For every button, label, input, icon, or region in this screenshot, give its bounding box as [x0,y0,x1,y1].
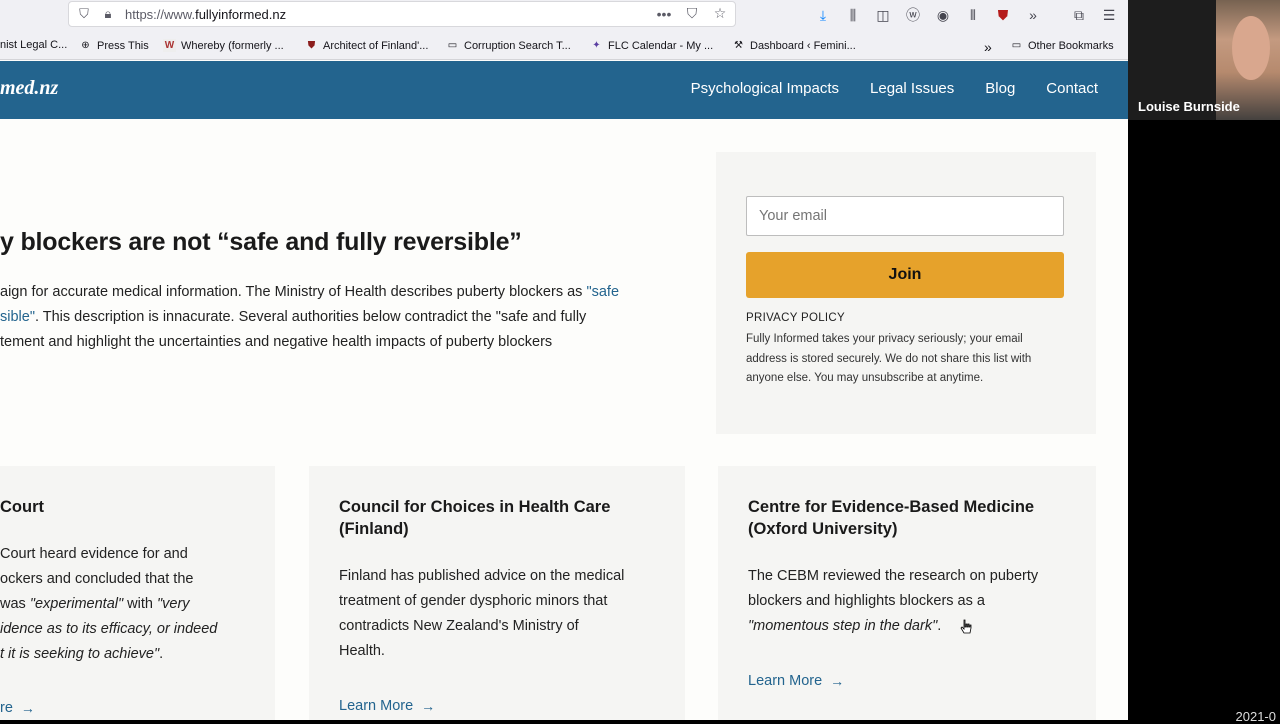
card-title: Centre for Evidence-Based Medicine (Oxfo… [748,496,1034,540]
email-input[interactable] [746,196,1064,236]
pocket-icon[interactable]: ⛉ [683,5,701,22]
tracking-protection-icon[interactable]: ⛉ [75,5,93,23]
w-icon: W [163,39,176,52]
globe-icon: ⊕ [79,39,92,52]
main-nav: Psychological Impacts Legal Issues Blog … [691,80,1098,97]
nav-blog[interactable]: Blog [985,80,1015,97]
folder-icon: ▭ [446,39,459,52]
library-icon[interactable]: ⫼ [842,4,864,26]
webcam-preview: Louise Burnside [1128,0,1280,120]
address-bar[interactable]: ⛉ 🔒︎ https://www.fullyinformed.nz ••• ⛉ … [68,1,736,27]
dashboard-icon: ⚒ [732,39,745,52]
intro-text: . This description is innacurate. Severa… [35,309,586,325]
download-icon[interactable]: ⤓ [812,4,834,26]
bookmark-item[interactable]: ✦FLC Calendar - My ... [590,39,713,52]
browser-window: ⛉ 🔒︎ https://www.fullyinformed.nz ••• ⛉ … [0,0,1128,720]
bookmark-item[interactable]: ▭Corruption Search T... [446,39,571,52]
safe-reversible-link[interactable]: "safe [586,284,619,300]
arrow-right-icon: → [21,700,35,716]
bookmark-item[interactable]: ▭Other Bookmarks [1010,39,1114,52]
card-body: Court heard evidence for and ockers and … [0,542,217,667]
authority-card: Court Court heard evidence for and ocker… [0,466,275,720]
card-title: Council for Choices in Health Care (Finl… [339,496,610,540]
bookmark-item[interactable]: ⊕Press This [79,39,149,52]
browser-toolbar: ⛉ 🔒︎ https://www.fullyinformed.nz ••• ⛉ … [0,0,1128,32]
nav-legal-issues[interactable]: Legal Issues [870,80,954,97]
bookmarks-bar: nist Legal C... ⊕Press This WWhereby (fo… [0,32,1128,60]
arrow-right-icon: → [421,698,435,714]
bookmark-item[interactable]: nist Legal C... [0,39,67,51]
bookmarks-overflow-icon[interactable]: » [984,39,992,55]
calendar-icon: ✦ [590,39,603,52]
safe-reversible-link[interactable]: sible" [0,309,35,325]
site-header: med.nz Psychological Impacts Legal Issue… [0,61,1128,119]
nav-contact[interactable]: Contact [1046,80,1098,97]
url-text[interactable]: https://www.fullyinformed.nz [125,7,286,22]
hamburger-menu-icon[interactable]: ☰ [1098,4,1120,26]
page-title: y blockers are not “safe and fully rever… [0,228,522,257]
card-body: Finland has published advice on the medi… [339,564,624,664]
site-logo[interactable]: med.nz [0,77,58,100]
card-title: Court [0,496,44,518]
newsletter-signup: Join PRIVACY POLICY Fully Informed takes… [716,152,1096,434]
sidebar-icon[interactable]: ◫ [872,4,894,26]
page-actions-icon[interactable]: ••• [655,6,673,22]
bookmark-item[interactable]: ⚒Dashboard ‹ Femini... [732,39,856,52]
folder-icon: ▭ [1010,39,1023,52]
overflow-chevron-icon[interactable]: » [1022,4,1044,26]
mouse-pointer-icon [960,619,972,635]
privacy-policy-title: PRIVACY POLICY [746,312,845,324]
participant-name: Louise Burnside [1138,99,1240,114]
card-body: The CEBM reviewed the research on pubert… [748,564,1038,639]
bookmark-item[interactable]: ⛊Architect of Finland'... [305,39,428,52]
nav-psychological-impacts[interactable]: Psychological Impacts [691,80,839,97]
authority-card: Centre for Evidence-Based Medicine (Oxfo… [718,466,1096,720]
learn-more-link[interactable]: Learn More→ [339,698,435,714]
extensions-puzzle-icon[interactable]: ⧉ [1068,4,1090,26]
timestamp-overlay: 2021-0 [1236,709,1276,724]
arrow-right-icon: → [830,673,844,689]
intro-paragraph: aign for accurate medical information. T… [0,280,700,355]
ublock-icon[interactable]: ⛊ [992,4,1014,26]
shield-icon: ⛊ [305,39,318,52]
learn-more-link[interactable]: Learn More→ [748,673,844,689]
intro-text: tement and highlight the uncertainties a… [0,330,700,355]
privacy-policy-text: Fully Informed takes your privacy seriou… [746,330,1066,389]
learn-more-link[interactable]: re→ [0,700,35,716]
join-button[interactable]: Join [746,252,1064,298]
bookmark-item[interactable]: WWhereby (formerly ... [163,39,284,52]
wordpress-icon[interactable]: ⓦ [902,4,924,26]
extension-icon[interactable]: ⦀ [962,4,984,26]
intro-text: aign for accurate medical information. T… [0,284,586,300]
authority-card: Council for Choices in Health Care (Finl… [309,466,685,720]
account-icon[interactable]: ◉ [932,4,954,26]
lock-icon[interactable]: 🔒︎ [99,5,117,23]
bookmark-star-icon[interactable]: ☆ [711,5,729,22]
